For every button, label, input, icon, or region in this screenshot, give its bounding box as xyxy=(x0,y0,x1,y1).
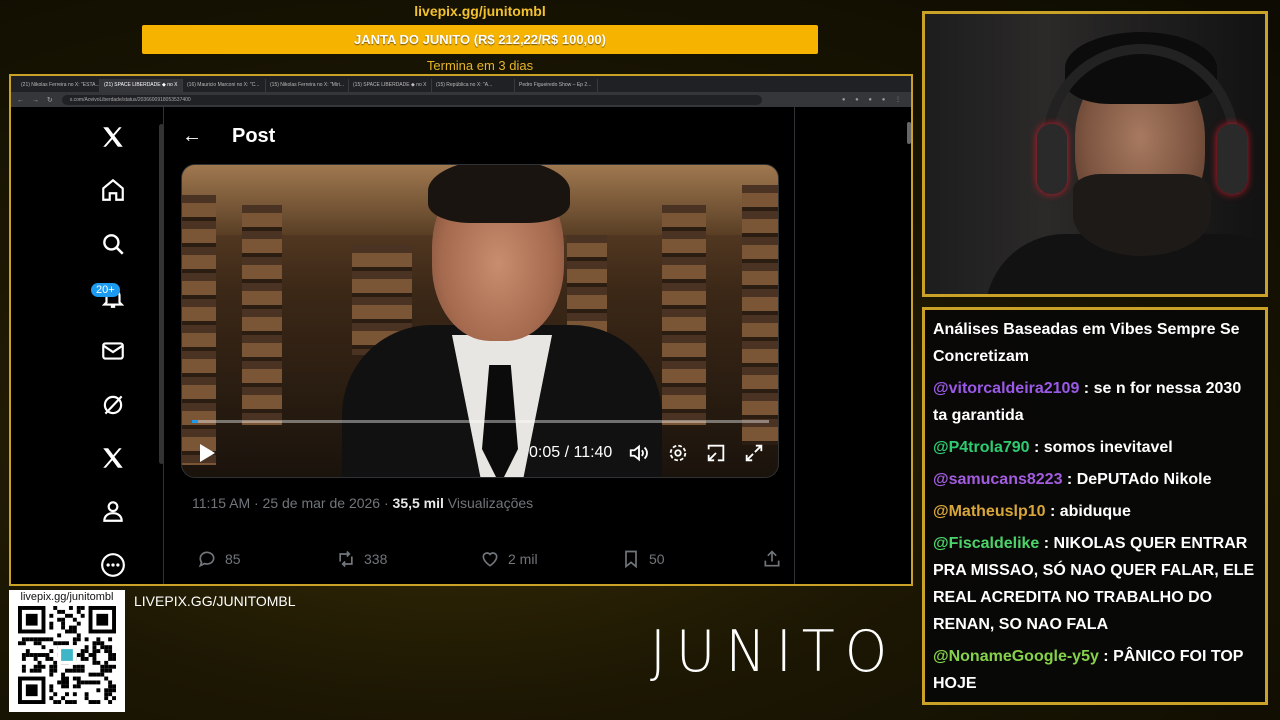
search-icon[interactable] xyxy=(97,228,129,260)
livepix-url: LIVEPIX.GG/JUNITOMBL xyxy=(134,593,296,609)
video-progress-bar[interactable] xyxy=(192,420,769,423)
post-column: ← Post 0:05 / 11:40 11:15 AM · 25 de mar… xyxy=(163,107,796,584)
play-icon[interactable] xyxy=(194,441,218,465)
headset-earcup-left xyxy=(1037,124,1067,194)
address-bar-row: ← → ↻ x.com/AovivoLiberdade/status/20366… xyxy=(11,92,911,107)
chat-text: : DePUTAdo Nikole xyxy=(1062,471,1212,488)
goal-url: livepix.gg/junitombl xyxy=(414,3,546,19)
page-title: Post xyxy=(232,124,276,147)
bookmark-button[interactable]: 50 xyxy=(621,549,665,569)
video-frame-bookshelf xyxy=(182,195,216,465)
chat-username: @Matheuslp10 xyxy=(933,503,1046,520)
back-arrow-icon[interactable]: ← xyxy=(182,125,202,148)
qr-code xyxy=(18,606,116,704)
webcam-feed xyxy=(922,11,1268,297)
headset-earcup-right xyxy=(1217,124,1247,194)
chat-username: @samucans8223 xyxy=(933,471,1063,488)
x-logo-icon[interactable] xyxy=(97,121,129,153)
chat-username: @P4trola790 xyxy=(933,439,1030,456)
url-field[interactable]: x.com/AovivoLiberdade/status/20366009180… xyxy=(61,94,762,105)
repost-button[interactable]: 338 xyxy=(336,549,387,569)
chat-username: @Fiscaldelike xyxy=(933,535,1040,552)
goal-progress-bar: JANTA DO JUNITO (R$ 212,22/R$ 100,00) xyxy=(142,25,818,54)
chat-text: : abiduque xyxy=(1045,503,1131,520)
chat-username: @vitorcaldeira2109 xyxy=(933,380,1080,397)
repost-count: 338 xyxy=(364,551,388,567)
browser-tab-active[interactable]: (21) SPACE LIBERDADE ◆ no X xyxy=(100,79,183,92)
like-button[interactable]: 2 mil xyxy=(480,549,538,569)
streamer-logo: JUNITO xyxy=(650,618,898,685)
chat-message: @samucans8223 : DePUTAdo Nikole xyxy=(933,466,1257,493)
video-time: 0:05 / 11:40 xyxy=(529,444,613,461)
chat-message: @NonameGoogle-y5y : PÂNICO FOI TOP HOJE xyxy=(933,643,1257,697)
like-count: 2 mil xyxy=(508,551,538,567)
chat-panel: Análises Baseadas em Vibes Sempre Se Con… xyxy=(922,307,1268,705)
goal-deadline: Termina em 3 dias xyxy=(426,58,534,73)
bookmark-count: 50 xyxy=(649,551,665,567)
chat-message: @Fiscaldelike : NIKOLAS QUER ENTRAR PRA … xyxy=(933,530,1257,638)
chat-message: @vitorcaldeira2109 : se n for nessa 2030… xyxy=(933,375,1257,429)
reply-count: 85 xyxy=(225,551,241,567)
post-timestamp[interactable]: 11:15 AM · 25 de mar de 2026 · xyxy=(192,495,393,511)
chat-text: Análises Baseadas em Vibes Sempre Se Con… xyxy=(933,321,1240,365)
video-progress-fill xyxy=(192,420,198,423)
browser-window: (21) Nikolas Ferreira no X: "ESTA... (21… xyxy=(9,74,913,586)
video-frame-bookshelf xyxy=(742,185,778,445)
tab-bar: (21) Nikolas Ferreira no X: "ESTA... (21… xyxy=(11,76,911,92)
settings-gear-icon[interactable] xyxy=(667,442,689,464)
profile-icon[interactable] xyxy=(97,495,129,527)
browser-tab[interactable]: (16) Mauricio Marconi no X: "C... xyxy=(183,79,266,92)
volume-icon[interactable] xyxy=(628,442,650,464)
x-sidebar: 20+ xyxy=(11,107,161,584)
chat-username: @NonameGoogle-y5y xyxy=(933,648,1099,665)
page-scrollbar[interactable] xyxy=(907,122,911,144)
qr-code-panel: livepix.gg/junitombl xyxy=(9,590,125,712)
video-player[interactable]: 0:05 / 11:40 xyxy=(181,164,779,478)
premium-x-icon[interactable] xyxy=(97,442,129,474)
post-actions: 85 338 2 mil 50 xyxy=(164,549,796,573)
post-header: ← Post xyxy=(164,121,275,151)
home-icon[interactable] xyxy=(97,174,129,206)
views-count: 35,5 mil xyxy=(392,495,444,511)
reply-button[interactable]: 85 xyxy=(197,549,241,569)
more-icon[interactable] xyxy=(97,549,129,581)
chat-text: : somos inevitavel xyxy=(1029,439,1173,456)
video-frame-person-hair xyxy=(428,165,570,223)
browser-nav-icons[interactable]: ← → ↻ xyxy=(11,96,62,104)
messages-icon[interactable] xyxy=(97,335,129,367)
picture-in-picture-icon[interactable] xyxy=(705,442,727,464)
extension-icons[interactable]: ● ● ● ● ⋮ xyxy=(842,96,911,103)
browser-tab[interactable]: (15) República no X: "A... xyxy=(432,79,515,92)
video-frame-bookshelf xyxy=(242,205,282,425)
browser-tab[interactable]: (21) Nikolas Ferreira no X: "ESTA... xyxy=(17,79,100,92)
notification-badge: 20+ xyxy=(91,283,120,297)
share-icon[interactable] xyxy=(762,549,782,569)
chat-message: @Matheuslp10 : abiduque xyxy=(933,498,1257,525)
browser-tab[interactable]: Pedro Figueiredo Show – Ep 2... xyxy=(515,79,598,92)
qr-label: livepix.gg/junitombl xyxy=(20,591,114,603)
video-frame-bookshelf xyxy=(662,205,706,425)
browser-tab[interactable]: (15) Nikolas Ferreira no X: "Miri... xyxy=(266,79,349,92)
chat-message: Análises Baseadas em Vibes Sempre Se Con… xyxy=(933,316,1257,370)
views-label: Visualizações xyxy=(443,495,534,511)
fullscreen-icon[interactable] xyxy=(743,442,765,464)
post-meta: 11:15 AM · 25 de mar de 2026 · 35,5 mil … xyxy=(192,495,533,511)
grok-icon[interactable] xyxy=(97,389,129,421)
chat-message: @P4trola790 : somos inevitavel xyxy=(933,434,1257,461)
browser-tab[interactable]: (15) SPACE LIBERDADE ◆ no X xyxy=(349,79,432,92)
